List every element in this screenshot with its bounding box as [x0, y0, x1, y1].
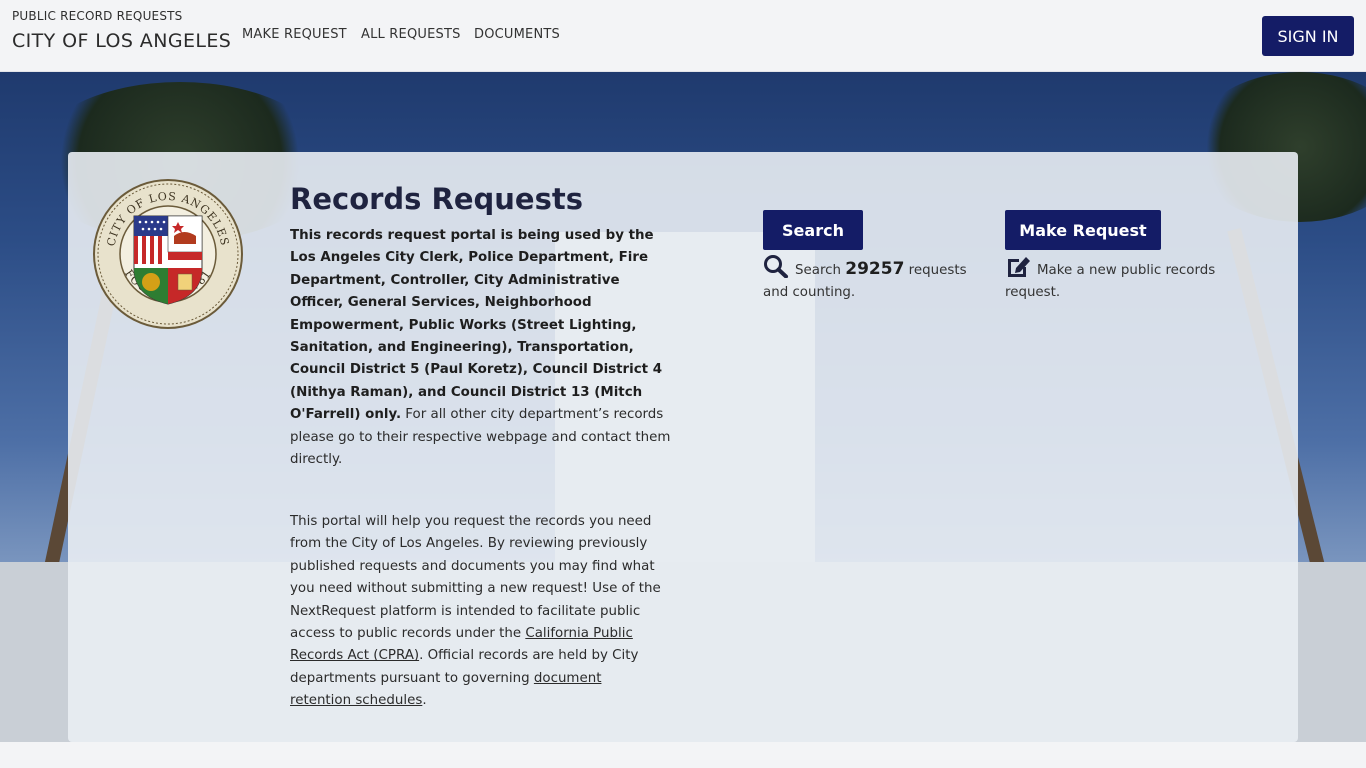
make-request-button[interactable]: Make Request	[1005, 210, 1161, 250]
brand-subtitle: PUBLIC RECORD REQUESTS	[12, 9, 183, 23]
make-request-description: Make a new public records request.	[1005, 254, 1235, 305]
request-count: 29257	[845, 259, 905, 279]
portal-paragraph: This portal will help you request the re…	[290, 511, 665, 713]
search-icon	[764, 255, 788, 278]
make-request-text: Make a new public records request.	[1005, 263, 1216, 301]
top-navbar: PUBLIC RECORD REQUESTS CITY OF LOS ANGEL…	[0, 0, 1366, 72]
portal-text-1: This portal will help you request the re…	[290, 514, 661, 642]
footer-band	[0, 742, 1366, 768]
nav-make-request[interactable]: MAKE REQUEST	[242, 27, 347, 42]
sign-in-button[interactable]: SIGN IN	[1262, 16, 1354, 56]
search-button[interactable]: Search	[763, 210, 863, 250]
page-title: Records Requests	[290, 182, 583, 216]
portal-text-3: .	[422, 693, 427, 709]
nav-all-requests[interactable]: ALL REQUESTS	[361, 27, 461, 42]
search-description: Search 29257 requests and counting.	[763, 254, 983, 305]
search-prefix: Search	[795, 263, 846, 278]
nav-documents[interactable]: DOCUMENTS	[474, 27, 560, 42]
brand-title[interactable]: CITY OF LOS ANGELES	[12, 30, 231, 52]
city-seal-icon: CITY OF LOS ANGELES FOUNDED 1781	[93, 179, 243, 329]
intro-bold-text: This records request portal is being use…	[290, 228, 663, 423]
edit-icon	[1008, 257, 1030, 277]
intro-paragraph: This records request portal is being use…	[290, 225, 675, 471]
